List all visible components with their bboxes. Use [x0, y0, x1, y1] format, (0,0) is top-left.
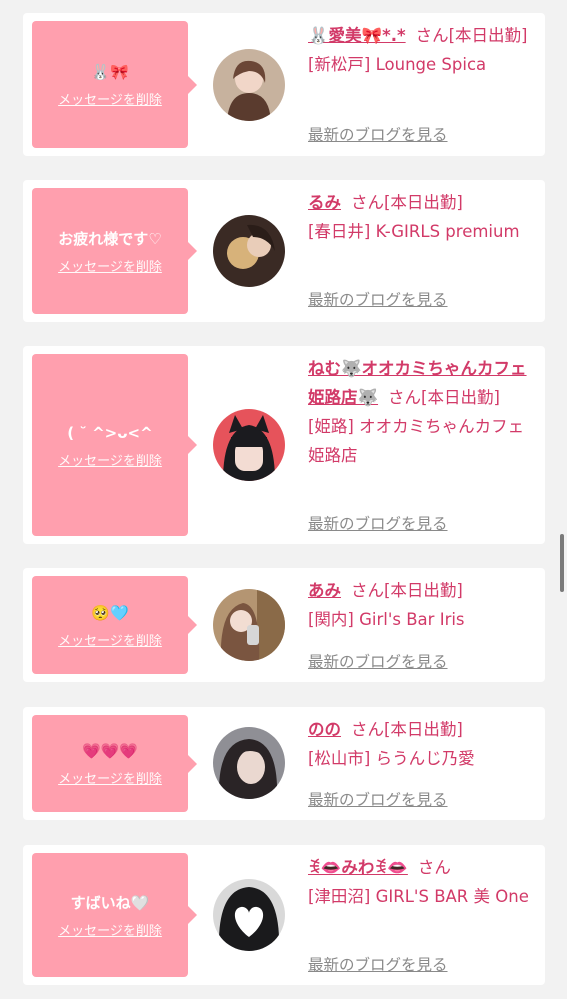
- latest-blog-link[interactable]: 最新のブログを見る: [308, 788, 448, 810]
- message-text: お疲れ様です♡: [58, 229, 162, 248]
- work-status: [本日出勤]: [384, 193, 463, 212]
- cast-info: るみ さん[本日出勤] [春日井] K-GIRLS premium: [308, 188, 540, 246]
- avatar-photo-icon: [213, 589, 285, 661]
- shop-name: GIRL'S BAR 美 One: [375, 887, 529, 906]
- message-bubble: 🐰🎀 メッセージを削除: [32, 21, 197, 148]
- avatar-photo-icon: [213, 215, 285, 287]
- shop-name: らうんじ乃愛: [375, 749, 475, 768]
- cast-name-link[interactable]: るみ: [308, 193, 341, 212]
- shop-name: Girl's Bar Iris: [359, 610, 465, 629]
- message-card: 🐰🎀 メッセージを削除 🐰愛美🎀*.* さん[本日出勤] [新松戸] Lounge…: [23, 13, 545, 156]
- cast-name-link[interactable]: ꉂ👄みわꉂ👄: [308, 858, 408, 877]
- san-suffix: さん: [351, 581, 384, 600]
- shop-area: [姫路]: [308, 417, 354, 436]
- latest-blog-link[interactable]: 最新のブログを見る: [308, 650, 448, 672]
- avatar[interactable]: [213, 215, 285, 287]
- latest-blog-link[interactable]: 最新のブログを見る: [308, 123, 448, 145]
- message-text: 🥺🩵: [91, 603, 129, 622]
- san-suffix: さん: [388, 388, 422, 407]
- avatar[interactable]: [213, 727, 285, 799]
- shop-area: [新松戸]: [308, 55, 371, 74]
- message-card: すばいね🤍 メッセージを削除 ꉂ👄みわꉂ👄 さん [津田沼] GIRL'S BAR…: [23, 845, 545, 985]
- delete-message-link[interactable]: メッセージを削除: [58, 920, 162, 939]
- shop-area: [松山市]: [308, 749, 371, 768]
- avatar[interactable]: [213, 879, 285, 951]
- avatar-photo-icon: [213, 727, 285, 799]
- avatar-photo-icon: [213, 879, 285, 951]
- message-text: 🐰🎀: [91, 63, 129, 81]
- latest-blog-link[interactable]: 最新のブログを見る: [308, 288, 448, 310]
- san-suffix: さん: [351, 193, 384, 212]
- delete-message-link[interactable]: メッセージを削除: [58, 89, 162, 108]
- message-text: 💗💗💗: [81, 742, 139, 760]
- cast-info: 🐰愛美🎀*.* さん[本日出勤] [新松戸] Lounge Spica: [308, 21, 540, 79]
- delete-message-link[interactable]: メッセージを削除: [58, 768, 162, 787]
- cast-info: のの さん[本日出勤] [松山市] らうんじ乃愛: [308, 715, 540, 773]
- shop-area: [津田沼]: [308, 887, 371, 906]
- cast-name-link[interactable]: 🐰愛美🎀*.*: [308, 26, 406, 45]
- message-text: ( ˘ ^>ᴗ<^: [67, 423, 153, 442]
- cast-info: あみ さん[本日出勤] [関内] Girl's Bar Iris: [308, 576, 540, 634]
- shop-area: [春日井]: [308, 222, 371, 241]
- san-suffix: さん: [417, 858, 451, 877]
- shop-area: [関内]: [308, 610, 354, 629]
- delete-message-link[interactable]: メッセージを削除: [58, 256, 162, 275]
- delete-message-link[interactable]: メッセージを削除: [58, 630, 162, 649]
- message-bubble: すばいね🤍 メッセージを削除: [32, 853, 197, 977]
- avatar-photo-icon: [213, 49, 285, 121]
- latest-blog-link[interactable]: 最新のブログを見る: [308, 953, 448, 975]
- avatar-photo-icon: [213, 409, 285, 481]
- san-suffix: さん: [351, 720, 384, 739]
- cast-info: ꉂ👄みわꉂ👄 さん [津田沼] GIRL'S BAR 美 One: [308, 853, 540, 911]
- message-card: 💗💗💗 メッセージを削除 のの さん[本日出勤] [松山市] らうんじ乃愛 最新の…: [23, 707, 545, 820]
- cast-info: ねむ🐺オオカミちゃんカフェ姫路店🐺 さん[本日出勤] [姫路] オオカミちゃんカフ…: [308, 354, 540, 470]
- avatar[interactable]: [213, 409, 285, 481]
- avatar[interactable]: [213, 589, 285, 661]
- san-suffix: さん: [415, 26, 449, 45]
- message-card: ( ˘ ^>ᴗ<^ メッセージを削除 ねむ🐺オオカミちゃんカフェ姫路店🐺 さん[本…: [23, 346, 545, 544]
- message-bubble: お疲れ様です♡ メッセージを削除: [32, 188, 197, 314]
- shop-name: K-GIRLS premium: [375, 222, 520, 241]
- shop-name: Lounge Spica: [375, 55, 487, 74]
- cast-name-link[interactable]: あみ: [308, 581, 341, 600]
- cast-name-link[interactable]: のの: [308, 720, 341, 739]
- latest-blog-link[interactable]: 最新のブログを見る: [308, 512, 448, 534]
- work-status: [本日出勤]: [384, 720, 463, 739]
- scrollbar[interactable]: [560, 534, 564, 592]
- message-text: すばいね🤍: [70, 893, 150, 912]
- message-card: 🥺🩵 メッセージを削除 あみ さん[本日出勤] [関内] Girl's Bar I…: [23, 568, 545, 682]
- work-status: [本日出勤]: [448, 26, 528, 45]
- message-card: お疲れ様です♡ メッセージを削除 るみ さん[本日出勤] [春日井] K-GIRL…: [23, 180, 545, 322]
- work-status: [本日出勤]: [421, 388, 500, 407]
- message-bubble: 🥺🩵 メッセージを削除: [32, 576, 197, 674]
- message-bubble: ( ˘ ^>ᴗ<^ メッセージを削除: [32, 354, 197, 536]
- avatar[interactable]: [213, 49, 285, 121]
- delete-message-link[interactable]: メッセージを削除: [58, 450, 162, 469]
- message-bubble: 💗💗💗 メッセージを削除: [32, 715, 197, 812]
- work-status: [本日出勤]: [384, 581, 463, 600]
